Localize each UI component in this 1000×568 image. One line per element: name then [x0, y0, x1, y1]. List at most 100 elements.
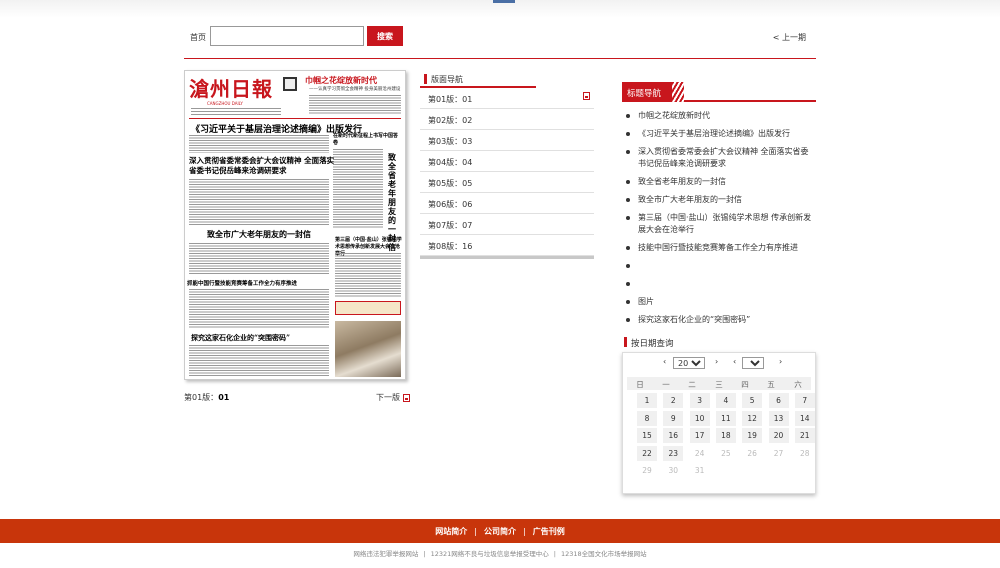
- calendar-day[interactable]: 5: [742, 393, 763, 408]
- headline-big: 深入贯彻省委常委会扩大会议精神 全面落实省委书记倪岳峰来沧调研要求: [189, 156, 335, 175]
- year-select[interactable]: 2023: [673, 357, 705, 369]
- prev-year-button[interactable]: ‹: [663, 357, 666, 371]
- section-item[interactable]: 第05版：05: [420, 172, 594, 193]
- section-item[interactable]: 第03版：03: [420, 130, 594, 151]
- masthead: 滄州日報: [189, 77, 273, 101]
- calendar-day: 31: [694, 466, 705, 475]
- bullet-icon: [626, 246, 630, 250]
- pdf-icon[interactable]: [583, 92, 590, 100]
- text-block: [309, 95, 401, 115]
- calendar: ‹ 2023 › ‹ 10 › 日 一 二 三 四 五 六 1234567891…: [622, 352, 816, 494]
- top-accent: [493, 0, 515, 3]
- title-item[interactable]: 第三届（中国·盐山）张锡纯学术思想 传承创新发展大会在沧举行: [622, 212, 816, 236]
- prev-month-button[interactable]: ‹: [733, 357, 736, 371]
- calendar-day[interactable]: 11: [715, 410, 736, 426]
- calendar-day[interactable]: 23: [663, 445, 684, 461]
- calendar-day[interactable]: 22: [637, 445, 657, 461]
- section-item[interactable]: 第08版：16: [420, 235, 594, 256]
- title-marker: [624, 337, 627, 347]
- calendar-day[interactable]: 7: [794, 393, 815, 408]
- text-block: [333, 149, 383, 229]
- title-item[interactable]: 致全市广大老年朋友的一封信: [622, 194, 816, 206]
- top-band: [0, 0, 1000, 18]
- title-item[interactable]: [622, 260, 816, 272]
- calendar-day: 25: [721, 448, 731, 458]
- calendar-day[interactable]: 3: [689, 393, 710, 408]
- prev-issue-link[interactable]: < 上一期: [773, 32, 806, 43]
- title-item[interactable]: 致全省老年朋友的一封信: [622, 176, 816, 188]
- report-link[interactable]: 网络违法犯罪举报网站: [353, 550, 418, 558]
- headline-mid: 在新时代新征程上书写中国答卷: [333, 133, 399, 146]
- calendar-day[interactable]: 4: [715, 393, 736, 408]
- calendar-day[interactable]: 12: [742, 410, 763, 426]
- text-block: [189, 179, 329, 225]
- next-page-link[interactable]: 下一版: [376, 392, 410, 403]
- bullet-icon: [626, 150, 630, 154]
- text-block: [189, 289, 329, 329]
- title-item[interactable]: 巾帼之花绽放新时代: [622, 110, 816, 122]
- calendar-day[interactable]: 19: [742, 428, 763, 443]
- calendar-day[interactable]: 15: [637, 428, 657, 443]
- search-button[interactable]: 搜索: [367, 26, 403, 46]
- calendar-day: 29: [642, 466, 652, 475]
- calendar-day[interactable]: 18: [715, 428, 736, 443]
- section-item[interactable]: 第07版：07: [420, 214, 594, 235]
- weekday-label: 四: [741, 380, 749, 389]
- footer-link-company-intro[interactable]: 公司简介: [484, 527, 516, 536]
- calendar-day[interactable]: 17: [689, 428, 710, 443]
- calendar-day[interactable]: 20: [768, 428, 789, 443]
- current-page-label: 第01版：01: [184, 393, 230, 402]
- calendar-day[interactable]: 21: [794, 428, 815, 443]
- section-item[interactable]: 第06版：06: [420, 193, 594, 214]
- header-divider: [184, 58, 816, 59]
- calendar-day[interactable]: 10: [689, 410, 710, 426]
- bullet-icon: [626, 180, 630, 184]
- calendar-day[interactable]: 9: [663, 410, 684, 426]
- title-nav-title: 标题导航: [627, 89, 662, 99]
- title-item[interactable]: 技能中国行暨技能竞赛筹备工作全力有序推进: [622, 242, 816, 254]
- home-link[interactable]: 首页: [190, 32, 206, 43]
- title-item[interactable]: [622, 278, 816, 290]
- headline-letter: 致全市广大老年朋友的一封信: [207, 229, 311, 239]
- info-box: [335, 301, 401, 315]
- news-photo: [335, 321, 401, 377]
- text-block: [189, 345, 329, 377]
- weekday-label: 五: [767, 380, 775, 389]
- calendar-day[interactable]: 1: [637, 393, 657, 408]
- next-year-button[interactable]: ›: [715, 357, 718, 371]
- section-item[interactable]: 第01版：01: [420, 88, 594, 109]
- bullet-icon: [626, 198, 630, 202]
- masthead-meta: [191, 108, 281, 116]
- title-item[interactable]: 图片: [622, 296, 816, 308]
- section-nav-header: 版面导航: [420, 70, 536, 88]
- title-item[interactable]: 深入贯彻省委常委会扩大会议精神 全面落实省委书记倪岳峰来沧调研要求: [622, 146, 816, 170]
- section-item[interactable]: 第02版：02: [420, 109, 594, 130]
- newspaper-page-image[interactable]: 滄州日報 CANGZHOU DAILY 巾帼之花绽放新时代 ——认真学习贯彻全会…: [184, 70, 406, 380]
- month-select[interactable]: 10: [742, 357, 764, 369]
- footer-link-site-intro[interactable]: 网站简介: [435, 527, 467, 536]
- calendar-day[interactable]: 6: [768, 393, 789, 408]
- calendar-day[interactable]: 14: [794, 410, 815, 426]
- pdf-icon[interactable]: [402, 393, 410, 402]
- title-item[interactable]: 探究这家石化企业的“突围密码”: [622, 314, 816, 326]
- title-item[interactable]: 《习近平关于基层治理论述摘编》出版发行: [622, 128, 816, 140]
- calendar-day[interactable]: 8: [637, 410, 657, 426]
- weekday-label: 二: [688, 380, 696, 389]
- footer-link-ad-rates[interactable]: 广告刊例: [533, 527, 565, 536]
- bullet-icon: [626, 114, 630, 118]
- calendar-day[interactable]: 13: [768, 410, 789, 426]
- report-link[interactable]: 12321网络不良与垃圾信息举报受理中心: [431, 550, 549, 558]
- search-input[interactable]: [210, 26, 364, 46]
- next-month-button[interactable]: ›: [779, 357, 782, 371]
- section-item[interactable]: 第04版：04: [420, 151, 594, 172]
- calendar-day[interactable]: 16: [663, 428, 684, 443]
- bullet-icon: [626, 318, 630, 322]
- section-nav-title: 版面导航: [431, 75, 463, 84]
- headline-skill: 抓能中国行暨技能竞赛筹备工作全力有序推进: [187, 281, 298, 287]
- bullet-icon: [626, 264, 630, 268]
- search-row: 首页 搜索 < 上一期: [190, 26, 810, 48]
- bullet-icon: [626, 216, 630, 220]
- calendar-day[interactable]: 2: [663, 393, 684, 408]
- text-block: [189, 135, 329, 153]
- report-link[interactable]: 12318全国文化市场举报网站: [561, 550, 647, 558]
